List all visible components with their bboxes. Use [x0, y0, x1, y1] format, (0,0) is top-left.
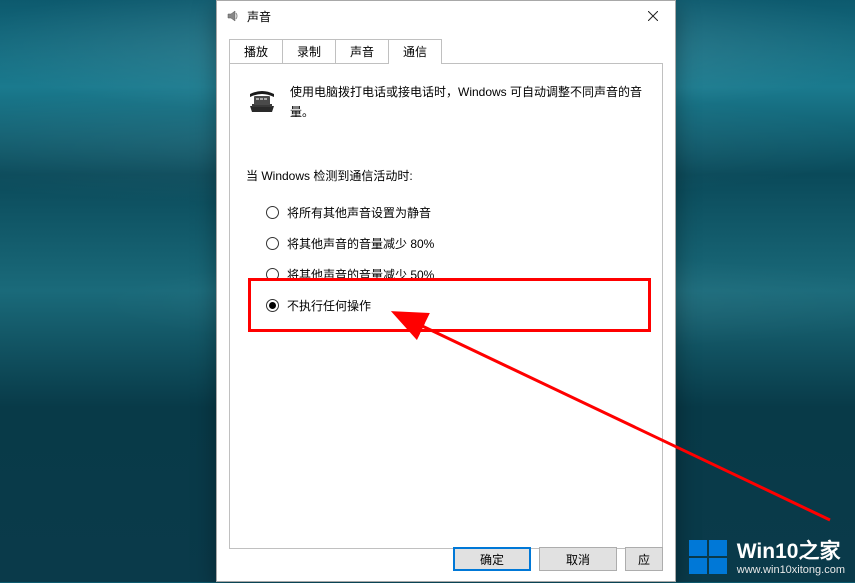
dialog-button-row: 确定 取消 应 [453, 547, 663, 571]
info-row: 使用电脑拨打电话或接电话时，Windows 可自动调整不同声音的音量。 [246, 82, 646, 123]
section-label: 当 Windows 检测到通信活动时: [246, 167, 646, 184]
ok-button[interactable]: 确定 [453, 547, 531, 571]
tab-panel-communications: 使用电脑拨打电话或接电话时，Windows 可自动调整不同声音的音量。 当 Wi… [229, 63, 663, 549]
radio-icon-checked [266, 299, 279, 312]
apply-button[interactable]: 应 [625, 547, 663, 571]
radio-icon [266, 237, 279, 250]
watermark: Win10之家 www.win10xitong.com [687, 536, 845, 580]
phone-icon [246, 82, 278, 114]
radio-icon [266, 268, 279, 281]
tab-playback[interactable]: 播放 [229, 39, 283, 63]
radio-reduce-80[interactable]: 将其他声音的音量减少 80% [266, 235, 646, 252]
radio-label: 不执行任何操作 [287, 297, 371, 314]
panel-description: 使用电脑拨打电话或接电话时，Windows 可自动调整不同声音的音量。 [290, 82, 646, 123]
radio-reduce-50[interactable]: 将其他声音的音量减少 50% [266, 266, 646, 283]
radio-mute-all[interactable]: 将所有其他声音设置为静音 [266, 204, 646, 221]
tab-area: 播放 录制 声音 通信 使用电脑拨打电话或接电话时 [217, 31, 675, 549]
sound-title-icon [225, 8, 241, 24]
sound-dialog: 声音 播放 录制 声音 通信 [216, 0, 676, 582]
titlebar: 声音 [217, 1, 675, 31]
close-button[interactable] [633, 2, 673, 30]
tab-recording[interactable]: 录制 [282, 39, 336, 63]
tab-strip: 播放 录制 声音 通信 [229, 39, 663, 63]
radio-icon [266, 206, 279, 219]
watermark-title: Win10之家 [737, 540, 845, 564]
cancel-button[interactable]: 取消 [539, 547, 617, 571]
radio-group: 将所有其他声音设置为静音 将其他声音的音量减少 80% 将其他声音的音量减少 5… [246, 204, 646, 314]
windows-logo-icon [687, 536, 731, 580]
radio-label: 将所有其他声音设置为静音 [287, 204, 431, 221]
close-icon [648, 11, 658, 21]
tab-sounds[interactable]: 声音 [335, 39, 389, 63]
radio-label: 将其他声音的音量减少 50% [287, 266, 434, 283]
radio-label: 将其他声音的音量减少 80% [287, 235, 434, 252]
window-title: 声音 [247, 8, 633, 25]
watermark-url: www.win10xitong.com [737, 564, 845, 577]
watermark-text: Win10之家 www.win10xitong.com [737, 540, 845, 577]
radio-do-nothing[interactable]: 不执行任何操作 [266, 297, 646, 314]
tab-communications[interactable]: 通信 [388, 39, 442, 64]
